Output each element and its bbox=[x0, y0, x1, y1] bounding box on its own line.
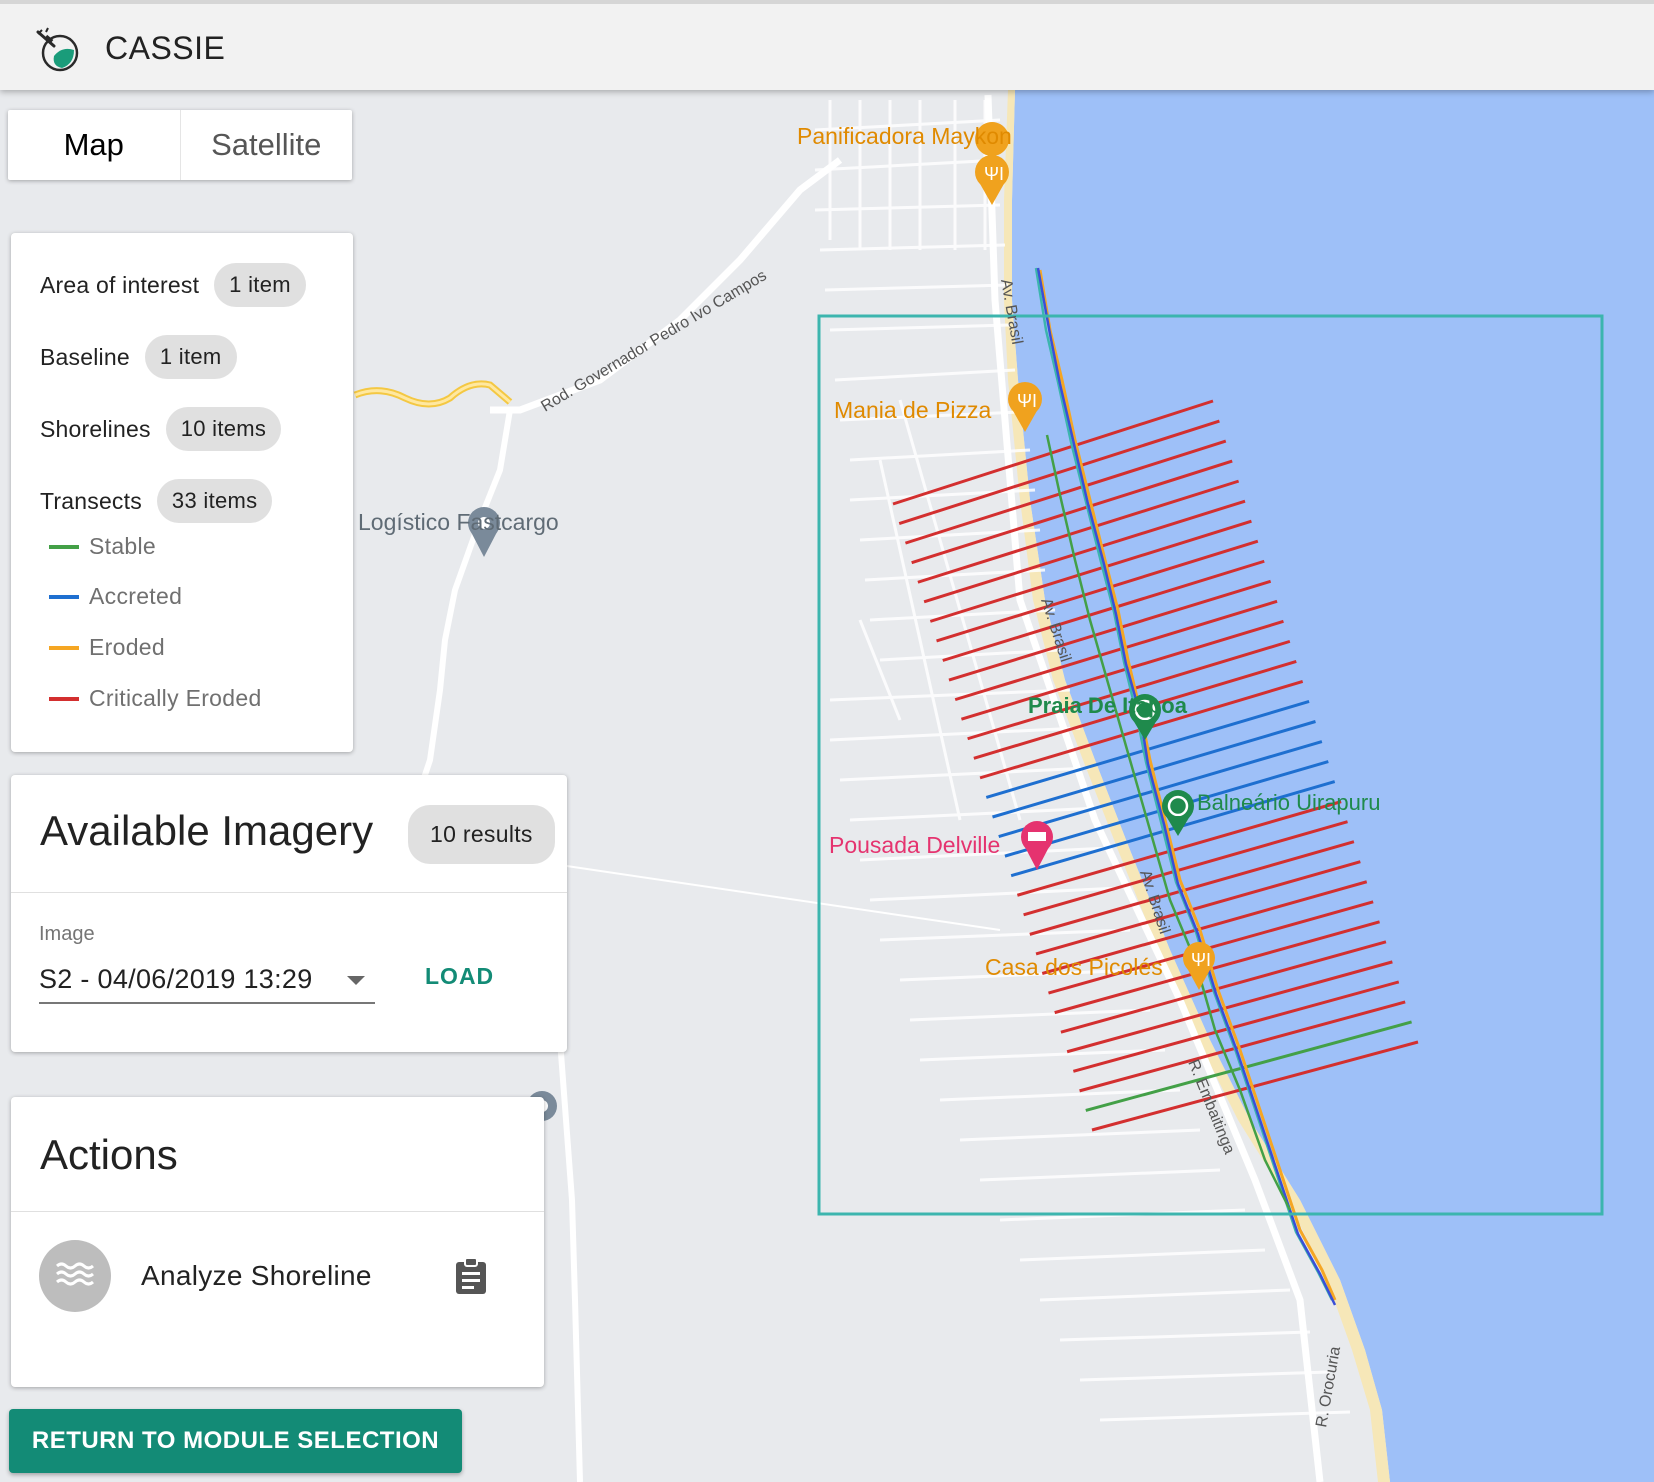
poi-praia-itapoa-label: Praia De Itapoa bbox=[1028, 693, 1188, 718]
legend-label: Critically Eroded bbox=[89, 685, 262, 711]
actions-panel: Actions Analyze Shoreline bbox=[11, 1097, 544, 1387]
poi-logistico-label: Logístico Fastcargo bbox=[358, 509, 559, 535]
poi-mania-de-pizza-label: Mania de Pizza bbox=[834, 397, 991, 423]
action-label: Analyze Shoreline bbox=[141, 1260, 372, 1291]
image-select-label: Image bbox=[39, 923, 95, 945]
actions-title: Actions bbox=[40, 1131, 178, 1178]
app-logo-icon bbox=[36, 27, 79, 72]
legend-label: Eroded bbox=[89, 634, 165, 660]
legend-stable: Stable bbox=[49, 533, 156, 560]
app-title: CASSIE bbox=[105, 30, 226, 66]
map-type-map-button[interactable]: Map bbox=[8, 110, 181, 180]
layer-baseline[interactable]: Baseline 1 item bbox=[40, 335, 237, 379]
legend-accreted: Accreted bbox=[49, 583, 182, 610]
legend-critically-eroded: Critically Eroded bbox=[49, 685, 262, 712]
layers-panel: Area of interest 1 item Baseline 1 item … bbox=[11, 233, 353, 752]
layer-name: Shorelines bbox=[40, 415, 151, 442]
available-imagery-panel: Available Imagery 10 results Image S2 - … bbox=[11, 775, 567, 1052]
legend-label: Accreted bbox=[89, 583, 183, 609]
poi-pousada-label: Pousada Delville bbox=[829, 832, 1000, 858]
dropdown-caret-icon bbox=[347, 976, 365, 985]
legend-eroded: Eroded bbox=[49, 634, 165, 661]
map-type-control: Map Satellite bbox=[8, 110, 352, 180]
layer-count-chip: 1 item bbox=[144, 335, 237, 379]
fork-knife-icon: ΨI bbox=[1017, 391, 1037, 411]
poi-balneario-label: Balneário Uirapuru bbox=[1197, 790, 1380, 815]
layer-area-of-interest[interactable]: Area of interest 1 item bbox=[40, 263, 306, 307]
legend-swatch bbox=[49, 544, 79, 549]
fork-knife-icon: ΨI bbox=[1191, 950, 1211, 970]
layer-count-chip: 33 items bbox=[156, 479, 273, 523]
layer-name: Baseline bbox=[40, 343, 130, 370]
app-bar: CASSIE bbox=[0, 0, 1654, 90]
layer-name: Area of interest bbox=[40, 271, 200, 298]
layer-name: Transects bbox=[40, 487, 142, 514]
legend-swatch bbox=[49, 645, 79, 650]
layer-count-chip: 10 items bbox=[165, 407, 282, 451]
image-select-value: S2 - 04/06/2019 13:29 bbox=[39, 964, 313, 994]
divider bbox=[11, 1211, 544, 1212]
bed-icon bbox=[1028, 832, 1046, 841]
return-to-module-selection-button[interactable]: RETURN TO MODULE SELECTION bbox=[9, 1409, 462, 1473]
clipboard-icon[interactable] bbox=[454, 1257, 488, 1295]
fork-knife-icon: ΨI bbox=[984, 164, 1004, 184]
poi-casa-dos-picoles-label: Casa dos Picolés bbox=[985, 954, 1163, 980]
legend-swatch bbox=[49, 594, 79, 599]
layer-count-chip: 1 item bbox=[214, 263, 306, 307]
legend-label: Stable bbox=[89, 533, 157, 559]
image-select[interactable]: S2 - 04/06/2019 13:29 bbox=[39, 958, 375, 1004]
divider bbox=[11, 892, 567, 893]
imagery-title: Available Imagery bbox=[40, 807, 374, 854]
layer-transects[interactable]: Transects 33 items bbox=[40, 479, 273, 523]
waves-icon bbox=[39, 1240, 111, 1312]
legend-swatch bbox=[49, 696, 79, 701]
map-type-satellite-button[interactable]: Satellite bbox=[181, 110, 353, 180]
load-button[interactable]: LOAD bbox=[425, 963, 494, 990]
imagery-results-chip: 10 results bbox=[408, 805, 555, 864]
layer-shorelines[interactable]: Shorelines 10 items bbox=[40, 407, 282, 451]
poi-panificadora-label: Panificadora Maykon bbox=[797, 123, 1012, 149]
